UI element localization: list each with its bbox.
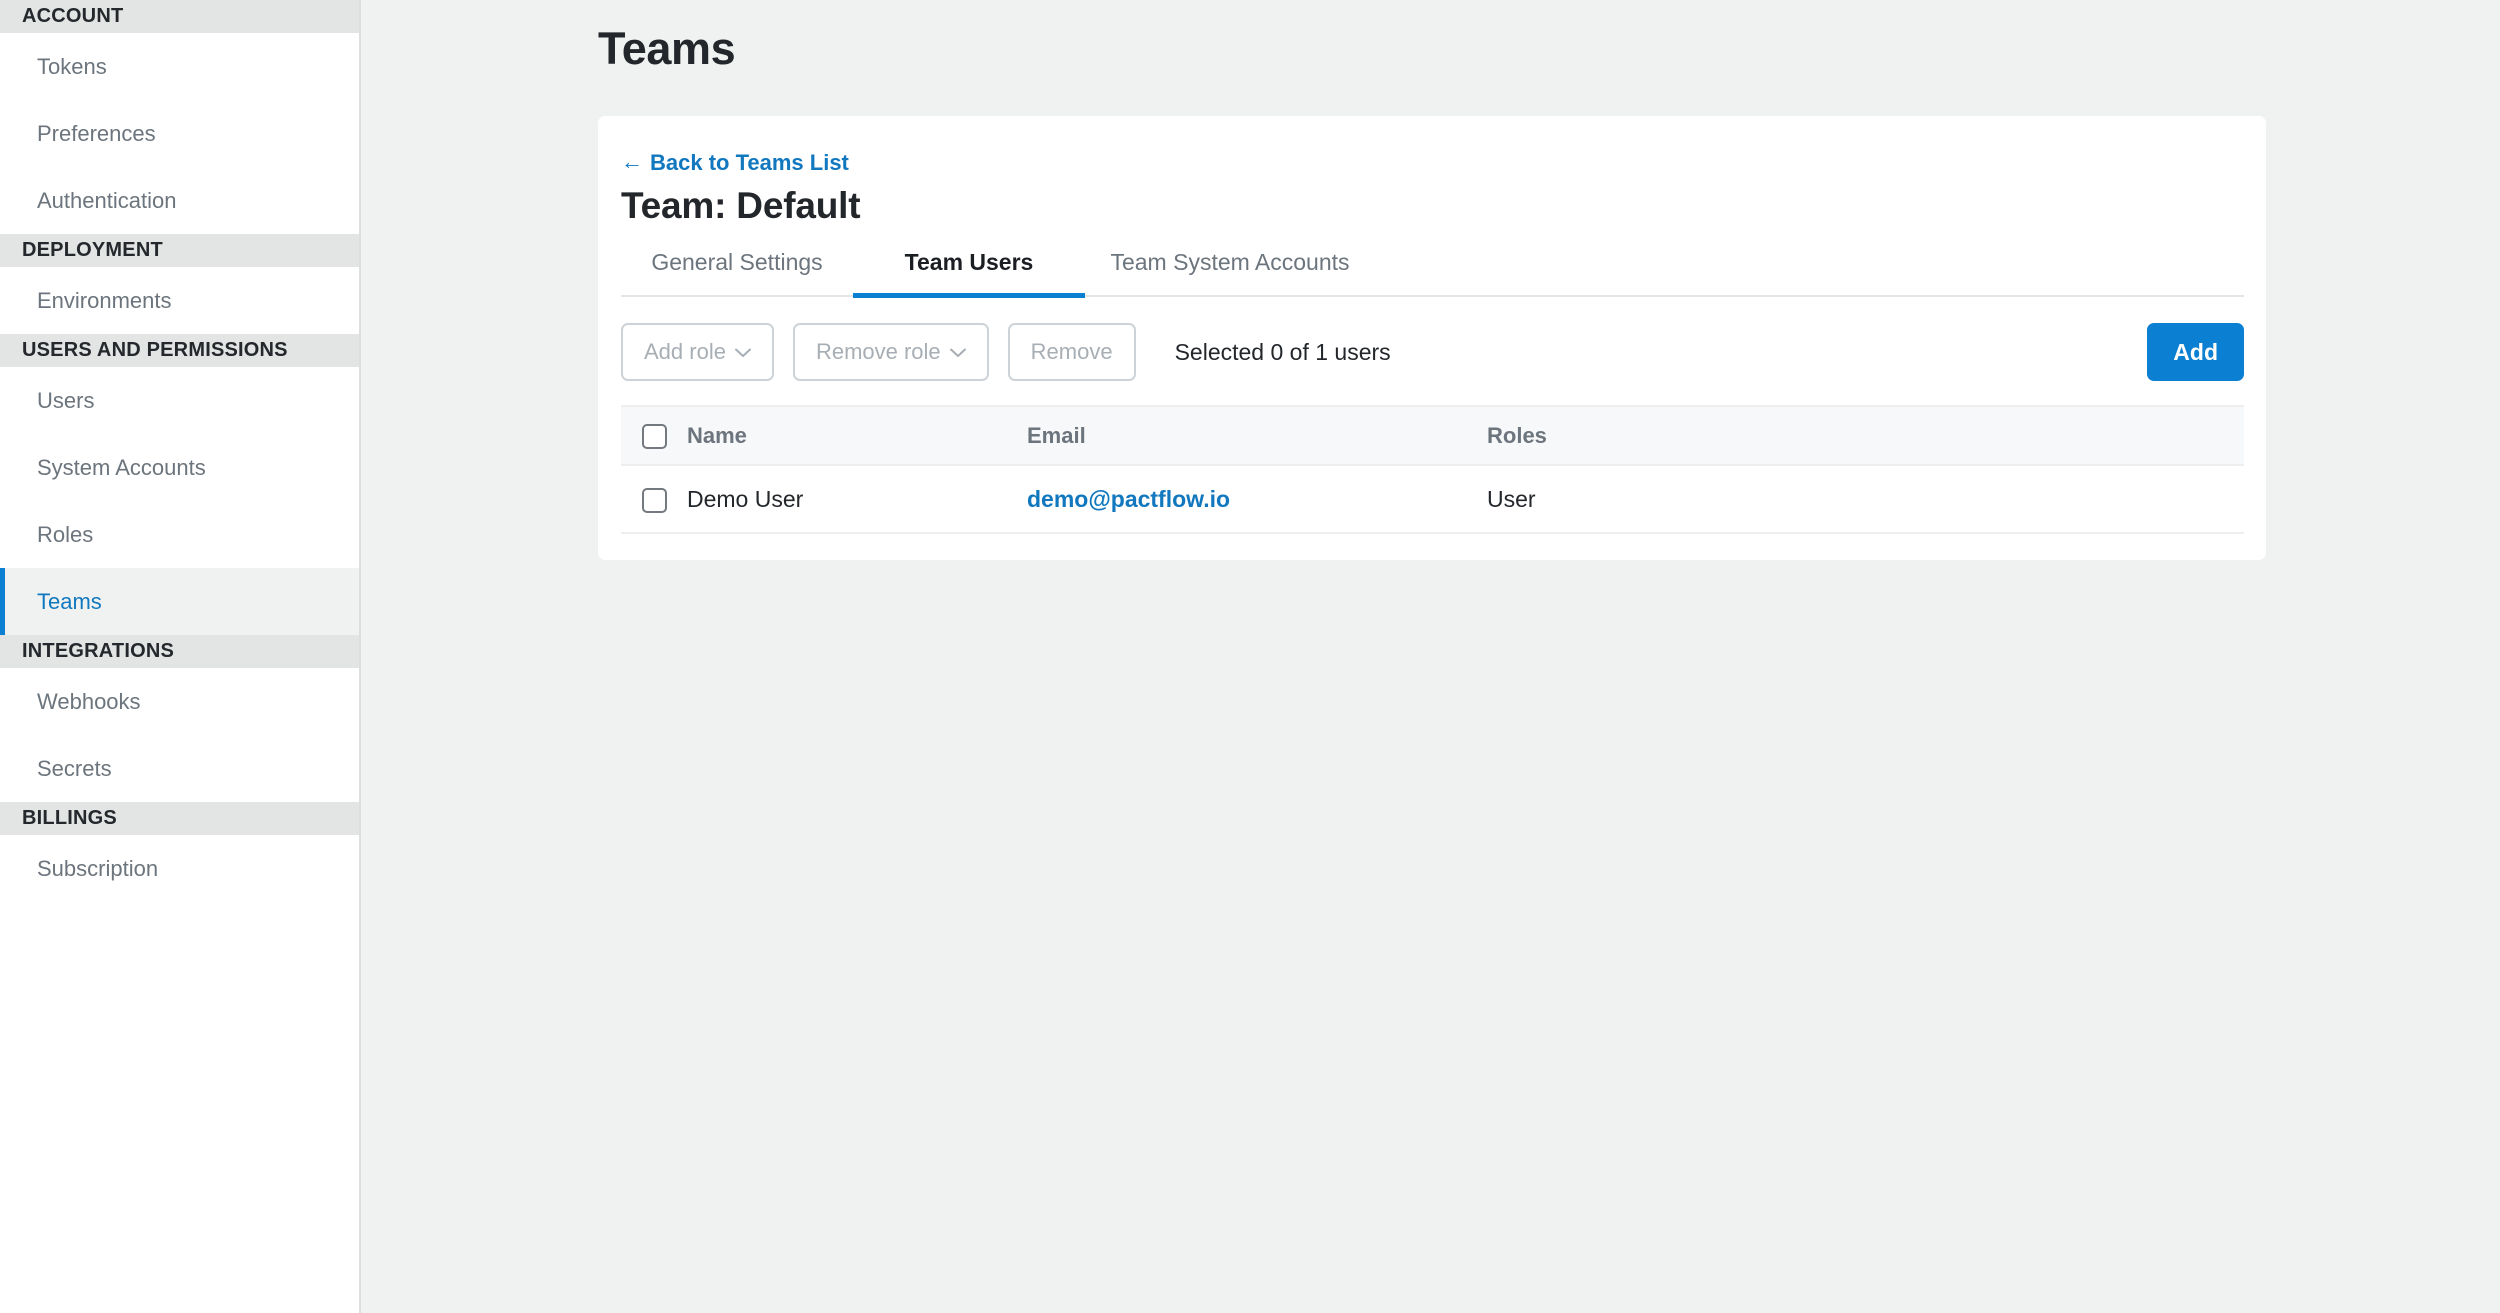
- sidebar-item-preferences[interactable]: Preferences: [0, 100, 359, 167]
- tab-team-system-accounts[interactable]: Team System Accounts: [1085, 249, 1375, 298]
- sidebar-item-label: Authentication: [37, 188, 176, 214]
- sidebar-item-users[interactable]: Users: [0, 367, 359, 434]
- sidebar-section-header: INTEGRATIONS: [0, 635, 359, 668]
- sidebar-section-header: BILLINGS: [0, 802, 359, 835]
- team-detail-card: ← Back to Teams List Team: Default Gener…: [598, 116, 2266, 560]
- sidebar-item-label: System Accounts: [37, 455, 206, 481]
- sidebar-item-label: Tokens: [37, 54, 107, 80]
- row-checkbox[interactable]: [642, 488, 667, 513]
- cell-email: demo@pactflow.io: [1027, 465, 1487, 533]
- sidebar-item-teams[interactable]: Teams: [0, 568, 359, 635]
- cell-name: Demo User: [687, 465, 1027, 533]
- sidebar-item-label: Secrets: [37, 756, 112, 782]
- back-link-label: Back to Teams List: [650, 152, 849, 174]
- remove-role-label: Remove role: [816, 339, 941, 365]
- add-role-label: Add role: [644, 339, 726, 365]
- page-title: Teams: [598, 23, 735, 75]
- row-select-cell: [621, 465, 687, 533]
- app-root: ACCOUNT Tokens Preferences Authentication DE…: [0, 0, 2500, 1313]
- tab-team-users[interactable]: Team Users: [853, 249, 1085, 298]
- sidebar-item-tokens[interactable]: Tokens: [0, 33, 359, 100]
- arrow-left-icon: ←: [621, 151, 643, 173]
- sidebar-section-header: ACCOUNT: [0, 0, 359, 33]
- sidebar-item-secrets[interactable]: Secrets: [0, 735, 359, 802]
- sidebar-item-subscription[interactable]: Subscription: [0, 835, 359, 902]
- sidebar-item-label: Teams: [37, 589, 102, 615]
- sidebar: ACCOUNT Tokens Preferences Authentication DE…: [0, 0, 361, 1313]
- sidebar-item-label: Environments: [37, 288, 172, 314]
- sidebar-item-label: Users: [37, 388, 94, 414]
- column-header-email: Email: [1027, 406, 1487, 465]
- sidebar-item-webhooks[interactable]: Webhooks: [0, 668, 359, 735]
- table-row: Demo Userdemo@pactflow.io User: [621, 465, 2244, 533]
- table-body: Demo Userdemo@pactflow.io User: [621, 465, 2244, 533]
- select-all-header: [621, 406, 687, 465]
- chevron-down-icon: [950, 345, 966, 362]
- sidebar-item-system-accounts[interactable]: System Accounts: [0, 434, 359, 501]
- table-head: Name Email Roles: [621, 406, 2244, 465]
- main-content: Teams ← Back to Teams List Team: Default…: [361, 0, 2500, 1313]
- team-users-table: Name Email Roles Demo Userdemo@pactflow.…: [621, 405, 2244, 534]
- sidebar-section-header: DEPLOYMENT: [0, 234, 359, 267]
- table-toolbar: Add role Remove role Remove Selected 0 o…: [621, 323, 2244, 381]
- sidebar-item-label: Preferences: [37, 121, 156, 147]
- sidebar-section-header: USERS AND PERMISSIONS: [0, 334, 359, 367]
- tab-general-settings[interactable]: General Settings: [621, 249, 853, 298]
- tab-bar: General Settings Team Users Team System …: [621, 249, 2244, 297]
- cell-roles: User: [1487, 465, 2244, 533]
- sidebar-item-label: Subscription: [37, 856, 158, 882]
- selection-status: Selected 0 of 1 users: [1175, 339, 1391, 366]
- chevron-down-icon: [735, 345, 751, 362]
- email-link[interactable]: demo@pactflow.io: [1027, 486, 1230, 512]
- select-all-checkbox[interactable]: [642, 424, 667, 449]
- add-user-button[interactable]: Add: [2147, 323, 2244, 381]
- remove-role-button[interactable]: Remove role: [793, 323, 989, 381]
- sidebar-item-label: Roles: [37, 522, 93, 548]
- add-role-button[interactable]: Add role: [621, 323, 774, 381]
- column-header-roles: Roles: [1487, 406, 2244, 465]
- table-header-row: Name Email Roles: [621, 406, 2244, 465]
- team-heading: Team: Default: [621, 185, 2244, 227]
- card-inner: ← Back to Teams List Team: Default Gener…: [598, 116, 2266, 560]
- sidebar-item-label: Webhooks: [37, 689, 141, 715]
- column-header-name: Name: [687, 406, 1027, 465]
- remove-button[interactable]: Remove: [1008, 323, 1136, 381]
- sidebar-item-authentication[interactable]: Authentication: [0, 167, 359, 234]
- back-to-teams-list-link[interactable]: ← Back to Teams List: [621, 152, 849, 174]
- sidebar-item-roles[interactable]: Roles: [0, 501, 359, 568]
- sidebar-item-environments[interactable]: Environments: [0, 267, 359, 334]
